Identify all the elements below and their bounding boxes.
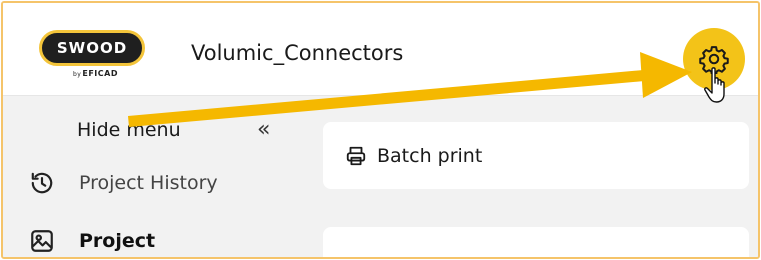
sidebar-item-project[interactable]: Project [27, 225, 155, 257]
image-icon [27, 226, 57, 256]
swood-logo[interactable]: SWOOD byEFICAD [39, 30, 147, 80]
hide-menu-button[interactable]: Hide menu [77, 119, 181, 141]
app-window: SWOOD byEFICAD Volumic_Connectors Hide m… [1, 1, 760, 259]
logo-byline: byEFICAD [73, 69, 118, 78]
logo-pill: SWOOD [39, 30, 145, 66]
app-header: SWOOD byEFICAD Volumic_Connectors [3, 3, 758, 96]
sidebar-item-label: Project [79, 230, 156, 252]
sidebar-item-label: Project History [79, 172, 218, 194]
hand-cursor-icon [704, 67, 725, 103]
content-card [323, 227, 749, 257]
batch-print-button[interactable]: Batch print [323, 122, 749, 189]
main-content: Batch print [301, 97, 758, 257]
batch-print-label: Batch print [377, 144, 483, 167]
collapse-menu-icon[interactable]: « [257, 117, 270, 142]
project-title: Volumic_Connectors [191, 41, 404, 65]
history-icon [27, 168, 57, 198]
sidebar-item-project-history[interactable]: Project History [27, 167, 218, 199]
logo-text: SWOOD [56, 39, 128, 57]
sidebar: Hide menu « Project History Project [3, 97, 301, 257]
printer-icon [346, 146, 366, 165]
logo-brand: EFICAD [82, 69, 118, 78]
logo-by: by [73, 71, 82, 78]
